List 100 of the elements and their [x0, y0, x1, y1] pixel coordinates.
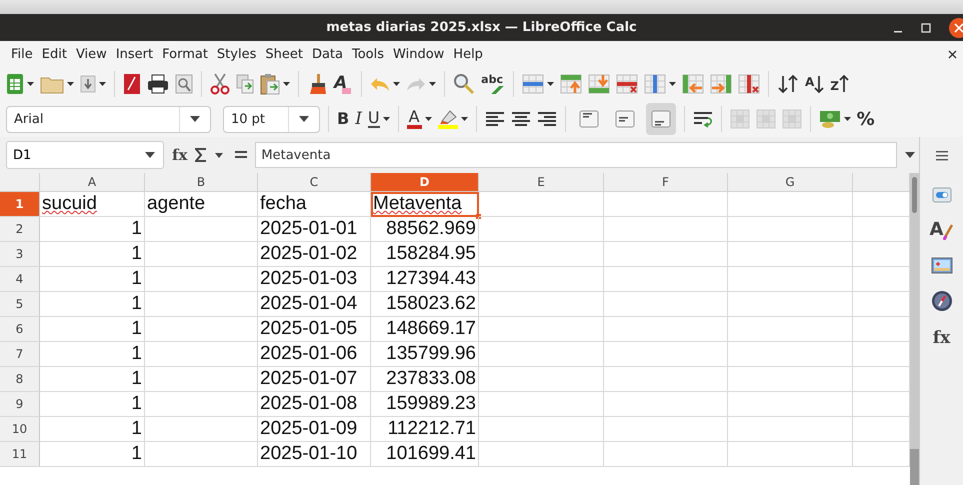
caret-icon[interactable]	[99, 82, 106, 86]
insert-column-before-icon[interactable]	[682, 74, 704, 94]
row-header[interactable]: 4	[0, 267, 40, 292]
paintbrush-icon	[943, 222, 954, 240]
caret-icon[interactable]	[424, 117, 432, 121]
row-header[interactable]: 5	[0, 292, 40, 317]
caret-icon[interactable]	[382, 117, 390, 121]
column-header[interactable]: A	[40, 173, 145, 192]
spellcheck-button[interactable]: abc	[481, 74, 505, 94]
compass-icon[interactable]	[930, 290, 952, 312]
align-center-icon[interactable]	[510, 110, 531, 128]
sum-icon[interactable]	[195, 148, 208, 162]
insert-row-above-icon[interactable]	[560, 74, 582, 94]
print-preview-icon[interactable]	[175, 74, 193, 94]
row-header[interactable]: 3	[0, 242, 40, 267]
column-header[interactable]: E	[479, 173, 604, 192]
highlighter-icon[interactable]	[438, 109, 458, 129]
sort-ascending-button[interactable]: A	[805, 74, 824, 94]
unmerge-cells-icon[interactable]	[782, 109, 802, 129]
caret-icon[interactable]	[283, 82, 290, 86]
menu-item[interactable]: File	[8, 44, 39, 64]
insert-column-after-icon[interactable]	[710, 74, 732, 94]
caret-icon[interactable]	[547, 82, 554, 86]
row-header[interactable]: 7	[0, 342, 40, 367]
row-header[interactable]: 1	[0, 192, 40, 217]
expand-caret-icon[interactable]	[905, 152, 915, 158]
equals-icon[interactable]	[235, 150, 248, 160]
printer-icon[interactable]	[147, 74, 169, 94]
row-icon[interactable]	[522, 74, 544, 94]
menu-item[interactable]: Window	[390, 44, 450, 64]
delete-row-icon[interactable]	[616, 74, 638, 94]
column-icon[interactable]	[644, 74, 666, 94]
menu-item[interactable]: Insert	[112, 44, 160, 64]
row-header[interactable]: 8	[0, 367, 40, 392]
menu-item[interactable]: Tools	[349, 44, 390, 64]
row-header[interactable]: 11	[0, 442, 40, 467]
column-header[interactable]: D	[371, 173, 479, 192]
menu-item[interactable]: Edit	[38, 44, 73, 64]
close-icon[interactable]	[949, 18, 963, 38]
caret-icon[interactable]	[460, 117, 468, 121]
wrap-text-icon[interactable]	[692, 110, 713, 128]
name-box[interactable]: D1	[6, 141, 164, 169]
caret-icon[interactable]	[429, 82, 436, 86]
table-cell: 1	[40, 217, 145, 242]
close-document-icon[interactable]	[948, 50, 957, 58]
caret-icon[interactable]	[67, 82, 74, 86]
column-header[interactable]: G	[728, 173, 853, 192]
table-cell: 1	[40, 417, 145, 442]
row-header[interactable]: 9	[0, 392, 40, 417]
menu-icon[interactable]	[936, 151, 948, 161]
menu-item[interactable]: Sheet	[262, 44, 309, 64]
caret-icon[interactable]	[27, 82, 34, 86]
row-header[interactable]: 6	[0, 317, 40, 342]
font-size-field[interactable]: 10 pt	[223, 106, 320, 132]
underline-button[interactable]: U	[368, 110, 380, 128]
percent-format-button[interactable]: %	[856, 108, 875, 130]
functions-button[interactable]: fx	[932, 328, 950, 348]
gallery-icon[interactable]	[930, 256, 952, 274]
paintbrush-icon[interactable]	[307, 73, 327, 95]
caret-icon[interactable]	[669, 82, 676, 86]
bold-button[interactable]: B	[337, 111, 350, 127]
insert-row-below-icon[interactable]	[588, 74, 610, 94]
italic-button[interactable]: I	[355, 110, 362, 128]
formula-input[interactable]: Metaventa	[255, 142, 897, 168]
column-header[interactable]: B	[145, 173, 258, 192]
sort-icon[interactable]	[777, 74, 799, 94]
menu-item[interactable]: View	[72, 44, 113, 64]
vertical-scrollbar[interactable]	[910, 173, 919, 485]
delete-column-icon[interactable]	[738, 74, 760, 94]
caret-icon[interactable]	[215, 152, 224, 158]
vertical-align-bottom-button[interactable]	[646, 103, 676, 135]
caret-icon[interactable]	[299, 116, 309, 122]
styles-button[interactable]: A	[930, 219, 954, 240]
menu-item[interactable]: Styles	[214, 44, 262, 64]
caret-icon[interactable]	[844, 117, 851, 121]
caret-icon[interactable]	[190, 116, 200, 122]
properties-icon[interactable]	[932, 187, 952, 203]
row-header[interactable]: 2	[0, 217, 40, 242]
column-header[interactable]: F	[604, 173, 728, 192]
menu-item[interactable]: Format	[159, 44, 214, 64]
menu-item[interactable]: Help	[450, 44, 489, 64]
align-left-icon[interactable]	[484, 110, 505, 128]
row-header[interactable]: 10	[0, 417, 40, 442]
scissors-icon[interactable]	[210, 73, 230, 95]
menu-item[interactable]: Data	[308, 44, 349, 64]
copy-icon[interactable]	[236, 74, 254, 94]
table-cell: Metaventa	[371, 192, 479, 217]
align-right-icon[interactable]	[536, 110, 557, 128]
font-color-button[interactable]: A	[406, 109, 422, 129]
caret-icon[interactable]	[393, 82, 400, 86]
column-header[interactable]: C	[258, 173, 371, 192]
paste-icon[interactable]	[260, 73, 280, 95]
pdf-icon[interactable]	[123, 73, 141, 95]
sort-descending-button[interactable]: Z	[830, 74, 849, 94]
merge-cells-icon[interactable]	[730, 109, 750, 129]
font-name-field[interactable]: Arial	[6, 106, 211, 132]
function-wizard-button[interactable]: fx	[172, 146, 188, 164]
maximize-icon[interactable]	[921, 22, 931, 32]
find-replace-icon[interactable]	[453, 73, 476, 95]
clear-formatting-button[interactable]: A	[333, 72, 354, 96]
